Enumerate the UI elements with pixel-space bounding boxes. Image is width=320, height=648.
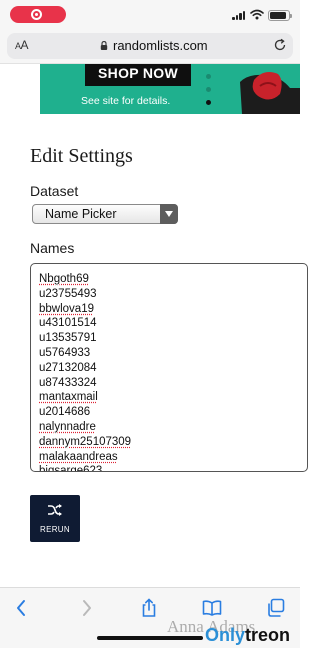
name-entry: Nbgoth69 xyxy=(39,273,89,285)
carousel-dots[interactable] xyxy=(204,74,212,110)
rerun-button[interactable]: RERUN xyxy=(30,495,80,542)
carousel-dot-active[interactable] xyxy=(205,100,211,105)
dataset-select[interactable]: Name Picker xyxy=(32,204,178,224)
carousel-dot[interactable] xyxy=(205,74,211,79)
chevron-down-icon[interactable] xyxy=(160,204,178,224)
names-textarea[interactable]: Nbgoth69 u23755493 bbwlova19 u43101514 u… xyxy=(30,263,308,472)
name-entry: bigsarge623 xyxy=(39,465,103,472)
name-entry: u27132084 xyxy=(39,361,97,374)
name-entry: u43101514 xyxy=(39,317,97,330)
name-entry: u23755493 xyxy=(39,287,97,300)
shop-now-button[interactable]: SHOP NOW xyxy=(85,64,191,86)
reload-icon[interactable] xyxy=(273,38,287,52)
back-icon[interactable] xyxy=(12,598,32,618)
rerun-label: RERUN xyxy=(40,525,70,534)
page-title: Edit Settings xyxy=(30,145,133,167)
wifi-icon xyxy=(250,9,264,20)
status-bar xyxy=(0,0,300,28)
cellular-signal-icon xyxy=(232,11,246,20)
bottom-toolbar: Anna Adams Onlytreon xyxy=(0,587,300,648)
name-entry: mantaxmail xyxy=(39,391,98,404)
screen-recording-indicator[interactable] xyxy=(10,6,66,23)
names-list: Nbgoth69 u23755493 bbwlova19 u43101514 u… xyxy=(39,272,132,472)
record-icon xyxy=(31,9,42,20)
home-indicator[interactable] xyxy=(97,636,203,640)
url-field[interactable]: AA randomlists.com xyxy=(7,33,293,59)
ad-banner[interactable]: SHOP NOW See site for details. xyxy=(40,64,300,114)
ad-product-image xyxy=(220,64,300,114)
battery-icon xyxy=(268,10,292,21)
address-bar: AA randomlists.com xyxy=(0,28,300,64)
lock-icon xyxy=(100,41,108,50)
name-entry: u2014686 xyxy=(39,406,91,419)
name-entry: u13535791 xyxy=(39,332,97,345)
dataset-label: Dataset xyxy=(30,183,79,199)
names-label: Names xyxy=(30,240,75,256)
name-entry: nalynnadre xyxy=(39,420,96,433)
name-entry: malakaandreas xyxy=(39,450,118,463)
forward-icon[interactable] xyxy=(76,598,96,618)
name-entry: bbwlova19 xyxy=(39,302,94,315)
name-entry: u87433324 xyxy=(39,376,97,389)
reader-text-size-button[interactable]: AA xyxy=(15,38,29,52)
tabs-icon[interactable] xyxy=(266,598,286,618)
url-text: randomlists.com xyxy=(113,38,208,53)
shuffle-icon xyxy=(48,504,62,516)
share-icon[interactable] xyxy=(139,598,159,618)
ad-disclaimer: See site for details. xyxy=(81,95,171,107)
carousel-dot[interactable] xyxy=(205,87,211,92)
watermark-logo: Onlytreon xyxy=(205,625,291,645)
name-entry: dannym25107309 xyxy=(39,435,132,448)
bookmarks-icon[interactable] xyxy=(202,598,222,618)
name-entry: u5764933 xyxy=(39,346,91,359)
dataset-selected-value: Name Picker xyxy=(45,207,117,221)
